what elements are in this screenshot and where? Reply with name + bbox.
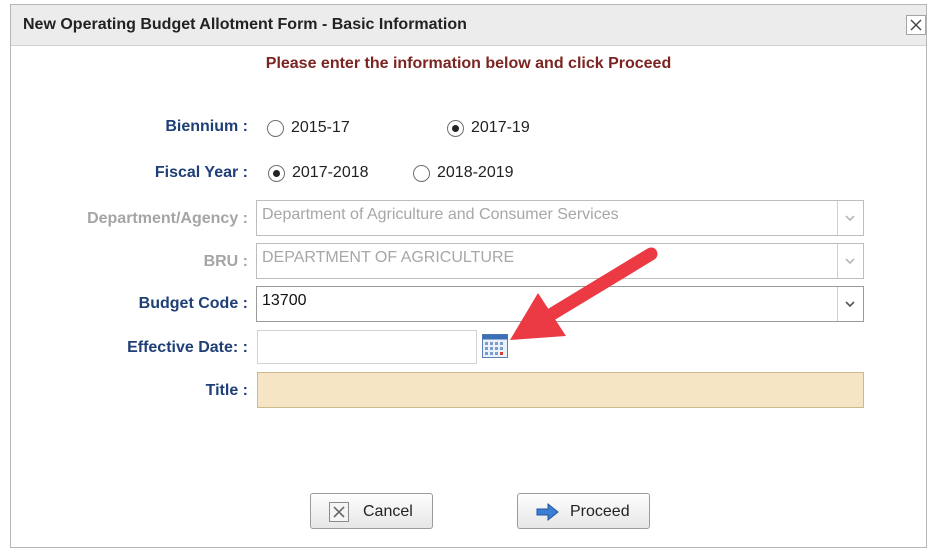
arrow-right-icon <box>536 502 559 522</box>
cancel-button-label: Cancel <box>363 503 413 520</box>
bru-dropdown-button[interactable] <box>837 244 863 278</box>
biennium-radio-2015-17[interactable] <box>267 120 284 137</box>
radio-selected-dot <box>273 170 280 177</box>
proceed-button-label: Proceed <box>570 503 630 520</box>
bru-label: BRU : <box>203 253 248 270</box>
instructions-text: Please enter the information below and c… <box>265 55 672 72</box>
effective-date-label: Effective Date: : <box>127 339 248 356</box>
effective-date-input[interactable] <box>257 330 477 364</box>
bru-value: DEPARTMENT OF AGRICULTURE <box>262 249 515 266</box>
cancel-icon <box>329 502 349 522</box>
chevron-down-icon <box>845 301 855 307</box>
bru-select[interactable]: DEPARTMENT OF AGRICULTURE <box>256 243 864 279</box>
title-label: Title : <box>205 382 248 399</box>
calendar-icon[interactable] <box>482 334 508 358</box>
biennium-radio-2017-19[interactable] <box>447 120 464 137</box>
budget-code-select[interactable]: 13700 <box>256 286 864 322</box>
title-input[interactable] <box>257 372 864 408</box>
department-label: Department/Agency : <box>87 210 248 227</box>
fiscal-year-option-label[interactable]: 2017-2018 <box>292 164 369 182</box>
fiscal-year-option-label[interactable]: 2018-2019 <box>437 164 514 182</box>
department-select[interactable]: Department of Agriculture and Consumer S… <box>256 200 864 236</box>
fiscal-year-radio-2017-2018[interactable] <box>268 165 285 182</box>
biennium-label: Biennium : <box>165 118 248 135</box>
fiscal-year-label: Fiscal Year : <box>154 164 248 181</box>
chevron-down-icon <box>845 215 855 221</box>
close-icon <box>910 19 922 31</box>
biennium-option-label[interactable]: 2015-17 <box>291 119 350 137</box>
dialog-titlebar: New Operating Budget Allotment Form - Ba… <box>11 5 926 46</box>
cancel-button[interactable]: Cancel <box>310 493 433 529</box>
chevron-down-icon <box>845 258 855 264</box>
fiscal-year-radio-2018-2019[interactable] <box>413 165 430 182</box>
dialog-title: New Operating Budget Allotment Form - Ba… <box>23 16 467 33</box>
budget-code-dropdown-button[interactable] <box>837 287 863 321</box>
department-value: Department of Agriculture and Consumer S… <box>262 206 619 223</box>
radio-selected-dot <box>452 125 459 132</box>
close-button[interactable] <box>906 15 926 35</box>
dialog-window: New Operating Budget Allotment Form - Ba… <box>10 4 927 548</box>
budget-code-value: 13700 <box>262 292 307 309</box>
biennium-option-label[interactable]: 2017-19 <box>471 119 530 137</box>
proceed-button[interactable]: Proceed <box>517 493 650 529</box>
department-dropdown-button[interactable] <box>837 201 863 235</box>
budget-code-label: Budget Code : <box>138 295 248 312</box>
